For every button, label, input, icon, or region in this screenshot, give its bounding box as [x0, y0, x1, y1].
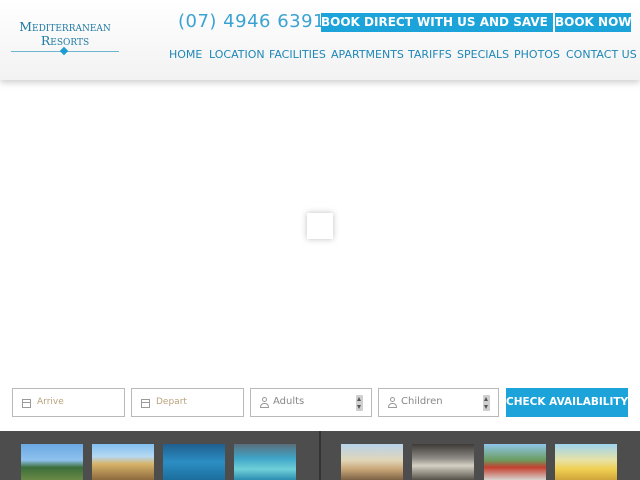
check-availability-button[interactable]: CHECK AVAILABILITY	[506, 388, 628, 417]
photo-gallery-strip	[0, 431, 640, 480]
logo-line-1: Mediterranean	[19, 19, 111, 34]
logo-line-2: Resorts	[40, 33, 90, 48]
loading-spinner	[307, 213, 333, 239]
gallery-thumbnail[interactable]	[21, 444, 83, 480]
gallery-thumbnail[interactable]	[234, 444, 296, 480]
nav-apartments[interactable]: APARTMENTS	[331, 48, 404, 61]
gallery-thumbnail[interactable]	[163, 444, 225, 480]
main-nav: HOME LOCATION FACILITIES APARTMENTS TARI…	[0, 48, 640, 64]
book-direct-banner[interactable]: BOOK DIRECT WITH US AND SAVE 5%	[321, 13, 572, 32]
gallery-divider	[319, 431, 321, 480]
arrive-placeholder: Arrive	[37, 397, 64, 407]
calendar-icon	[22, 399, 31, 408]
depart-placeholder: Depart	[156, 397, 187, 407]
nav-tariffs[interactable]: TARIFFS	[408, 48, 452, 61]
gallery-thumbnail[interactable]	[555, 444, 617, 480]
adults-label: Adults	[273, 396, 305, 407]
children-select[interactable]: Children	[378, 388, 499, 417]
gallery-thumbnail[interactable]	[412, 444, 474, 480]
gallery-thumbnail[interactable]	[484, 444, 546, 480]
gallery-thumbnail[interactable]	[341, 444, 403, 480]
gallery-thumbnail[interactable]	[92, 444, 154, 480]
stepper-arrows-icon[interactable]	[356, 395, 363, 411]
adults-select[interactable]: Adults	[250, 388, 372, 417]
nav-specials[interactable]: SPECIALS	[457, 48, 509, 61]
calendar-icon	[141, 399, 150, 408]
children-label: Children	[401, 396, 443, 407]
person-icon	[388, 397, 397, 409]
nav-photos[interactable]: PHOTOS	[514, 48, 560, 61]
stepper-arrows-icon[interactable]	[483, 395, 490, 411]
site-header: Mediterranean Resorts (07) 4946 6391 BOO…	[0, 0, 640, 80]
phone-number[interactable]: (07) 4946 6391	[178, 11, 325, 32]
depart-date-field[interactable]: Depart	[131, 388, 244, 417]
person-icon	[260, 397, 269, 409]
arrive-date-field[interactable]: Arrive	[12, 388, 125, 417]
nav-home[interactable]: HOME	[169, 48, 202, 61]
nav-facilities[interactable]: FACILITIES	[269, 48, 326, 61]
nav-location[interactable]: LOCATION	[209, 48, 265, 61]
book-now-button[interactable]: BOOK NOW	[555, 13, 632, 32]
nav-contact-us[interactable]: CONTACT US	[566, 48, 637, 61]
